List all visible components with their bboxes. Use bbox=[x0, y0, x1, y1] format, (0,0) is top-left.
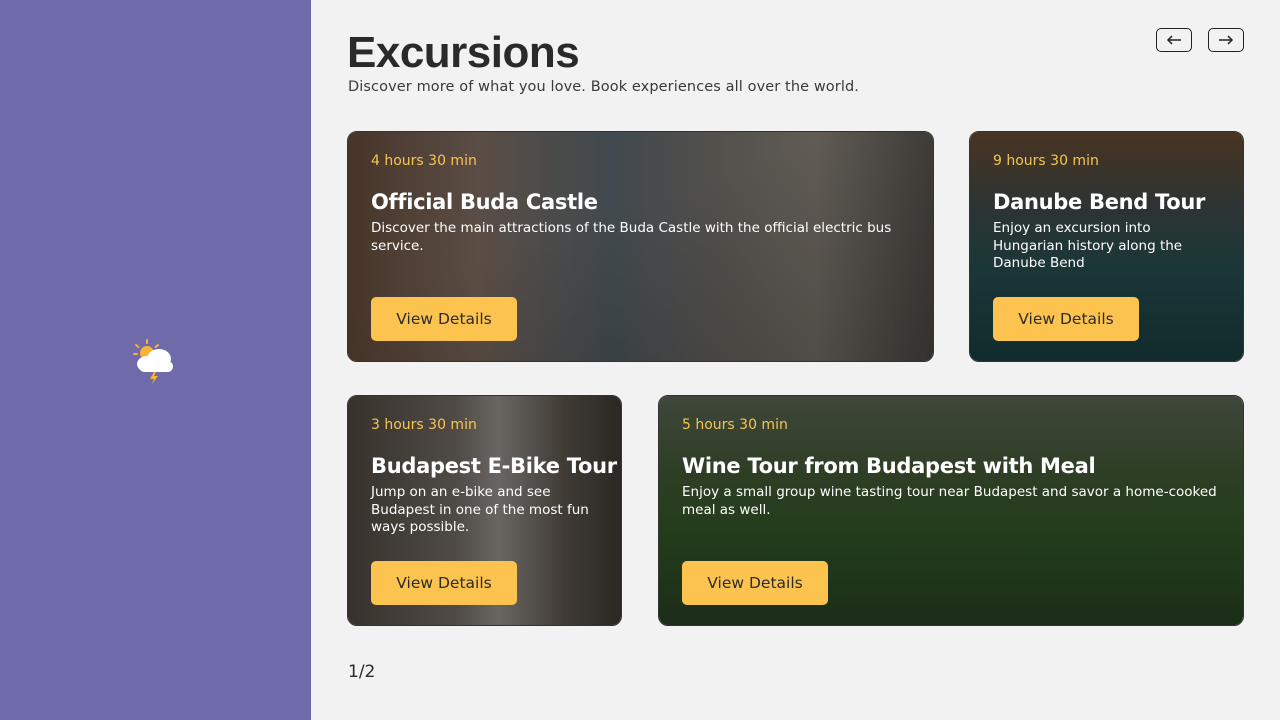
card-duration: 4 hours 30 min bbox=[371, 153, 477, 169]
card-duration: 3 hours 30 min bbox=[371, 417, 477, 433]
arrow-left-icon bbox=[1166, 35, 1181, 45]
card-duration: 9 hours 30 min bbox=[993, 153, 1099, 169]
next-page-button[interactable] bbox=[1208, 28, 1244, 52]
card-title: Official Buda Castle bbox=[371, 190, 598, 214]
view-details-button[interactable]: View Details bbox=[682, 561, 828, 605]
excursion-card-danube-bend: 9 hours 30 min Danube Bend Tour Enjoy an… bbox=[969, 131, 1244, 362]
sidebar bbox=[0, 0, 311, 720]
card-description: Jump on an e-bike and see Budapest in on… bbox=[371, 484, 589, 535]
view-details-button[interactable]: View Details bbox=[371, 297, 517, 341]
page-subtitle: Discover more of what you love. Book exp… bbox=[348, 79, 859, 95]
view-details-button[interactable]: View Details bbox=[371, 561, 517, 605]
card-title: Wine Tour from Budapest with Meal bbox=[682, 454, 1096, 478]
card-description: Enjoy a small group wine tasting tour ne… bbox=[682, 484, 1217, 518]
excursion-card-buda-castle: 4 hours 30 min Official Buda Castle Disc… bbox=[347, 131, 934, 362]
excursion-card-wine-tour: 5 hours 30 min Wine Tour from Budapest w… bbox=[658, 395, 1244, 626]
weather-sun-cloud-lightning-icon bbox=[131, 337, 179, 385]
card-description: Discover the main attractions of the Bud… bbox=[371, 220, 892, 254]
view-details-button[interactable]: View Details bbox=[993, 297, 1139, 341]
page-title: Excursions bbox=[347, 28, 580, 77]
pagination-indicator: 1/2 bbox=[348, 662, 376, 682]
previous-page-button[interactable] bbox=[1156, 28, 1192, 52]
main-content: Excursions Discover more of what you lov… bbox=[311, 0, 1280, 720]
excursion-card-ebike-tour: 3 hours 30 min Budapest E-Bike Tour Jump… bbox=[347, 395, 622, 626]
card-title: Danube Bend Tour bbox=[993, 190, 1206, 214]
card-description: Enjoy an excursion into Hungarian histor… bbox=[993, 220, 1183, 271]
card-title: Budapest E-Bike Tour bbox=[371, 454, 617, 478]
arrow-right-icon bbox=[1219, 35, 1234, 45]
card-duration: 5 hours 30 min bbox=[682, 417, 788, 433]
